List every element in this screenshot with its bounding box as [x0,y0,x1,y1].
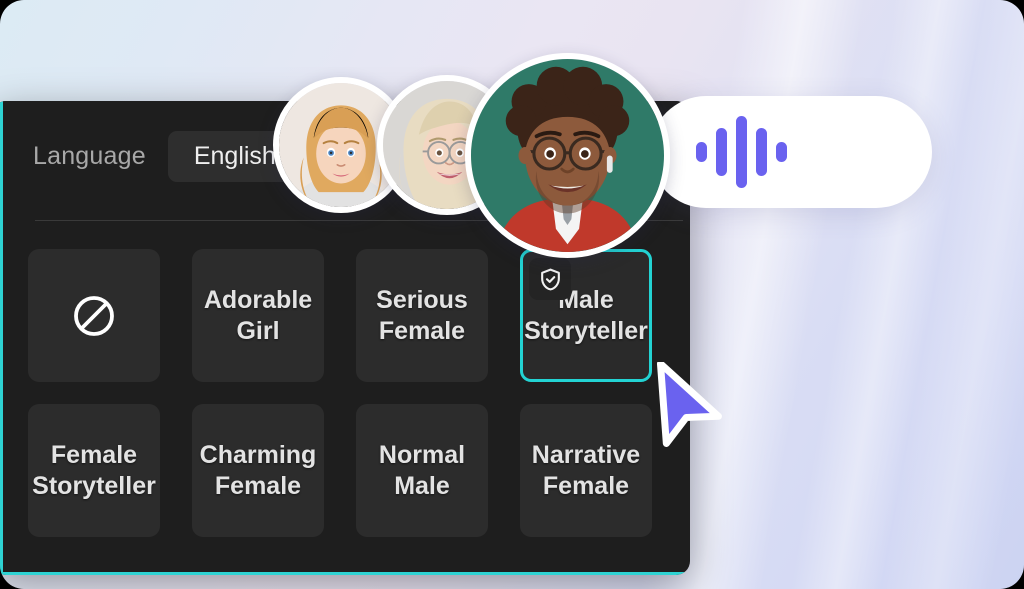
no-voice-icon [70,292,118,340]
app-frame: Language English Adorable Girl Serious F… [0,0,1024,589]
audio-waveform-icon [696,116,787,188]
avatar-man[interactable] [465,53,670,258]
background-light-streak [856,0,1024,589]
waveform-bar [696,142,707,162]
waveform-bar [736,116,747,188]
language-row: Language English [33,131,302,182]
voice-card-no-voice[interactable] [28,249,160,382]
voice-card-female-storyteller[interactable]: Female Storyteller [28,404,160,537]
voice-card-label: Charming Female [199,441,317,500]
voice-card-adorable-girl[interactable]: Adorable Girl [192,249,324,382]
panel-accent-edge-bottom [0,572,690,575]
shield-check-icon [529,258,571,300]
voice-card-label: Female Storyteller [32,441,156,500]
audio-waveform-pill[interactable] [650,96,932,208]
background-light-streak [766,0,1004,589]
voice-card-label: Narrative Female [531,441,641,500]
voice-card-male-storyteller[interactable]: Male Storyteller [520,249,652,382]
voice-card-normal-male[interactable]: Normal Male [356,404,488,537]
voice-card-label: Serious Female [376,286,468,345]
voice-card-narrative-female[interactable]: Narrative Female [520,404,652,537]
language-label: Language [33,142,146,170]
voice-card-serious-female[interactable]: Serious Female [356,249,488,382]
voice-card-label: Normal Male [378,441,466,500]
voice-card-grid: Adorable Girl Serious Female Male Storyt… [28,249,652,537]
voice-card-label: Adorable Girl [203,286,313,345]
waveform-bar [776,142,787,162]
voice-card-charming-female[interactable]: Charming Female [192,404,324,537]
waveform-bar [756,128,767,176]
waveform-bar [716,128,727,176]
